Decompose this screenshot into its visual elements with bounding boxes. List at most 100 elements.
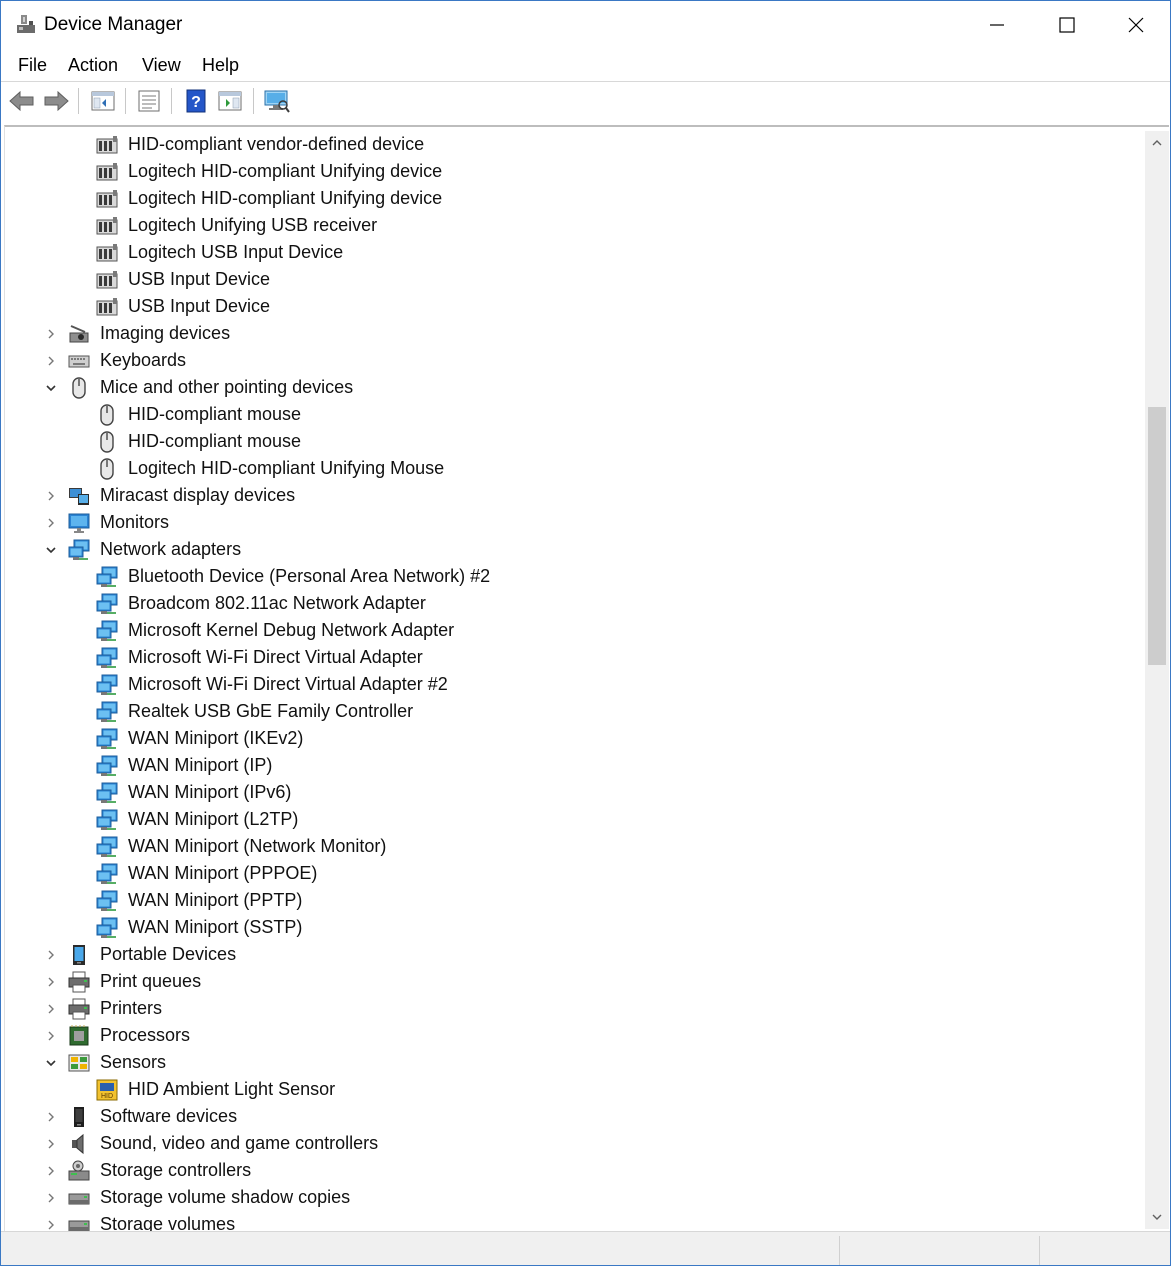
expand-toggle[interactable] [43,995,59,1022]
tree-item-label: Sensors [100,1052,167,1072]
tree-category[interactable]: Monitors [5,509,1135,536]
tree-item-label: Portable Devices [100,944,237,964]
tree-item-label: WAN Miniport (L2TP) [128,809,299,829]
tree-device[interactable]: Logitech HID-compliant Unifying device [5,185,1135,212]
tree-category[interactable]: Sensors [5,1049,1135,1076]
properties-button[interactable] [135,88,163,114]
maximize-button[interactable] [1032,1,1102,49]
tree-device[interactable]: WAN Miniport (L2TP) [5,806,1135,833]
tree-device[interactable]: WAN Miniport (IKEv2) [5,725,1135,752]
menu-action[interactable]: Action [68,55,118,76]
expand-toggle[interactable] [43,347,59,374]
expand-toggle[interactable] [43,320,59,347]
tree-category[interactable]: Software devices [5,1103,1135,1130]
network-icon [96,728,118,750]
tree-device[interactable]: WAN Miniport (PPPOE) [5,860,1135,887]
minimize-button[interactable] [962,1,1032,49]
tree-category[interactable]: Storage controllers [5,1157,1135,1184]
tree-device[interactable]: Microsoft Kernel Debug Network Adapter [5,617,1135,644]
tree-category[interactable]: Printers [5,995,1135,1022]
tree-device[interactable]: HID-compliant vendor-defined device [5,131,1135,158]
tree-category[interactable]: Network adapters [5,536,1135,563]
tree-item-label: WAN Miniport (SSTP) [128,917,303,937]
scan-hardware-button[interactable] [263,88,291,114]
expand-toggle[interactable] [43,482,59,509]
tree-device[interactable]: USB Input Device [5,293,1135,320]
tree-device[interactable]: Broadcom 802.11ac Network Adapter [5,590,1135,617]
network-icon [96,755,118,777]
tree-category[interactable]: Miracast display devices [5,482,1135,509]
menu-file[interactable]: File [18,55,47,76]
tree-device[interactable]: Logitech Unifying USB receiver [5,212,1135,239]
tree-category[interactable]: Processors [5,1022,1135,1049]
collapse-toggle[interactable] [43,374,59,401]
tree-device[interactable]: HID-compliant mouse [5,401,1135,428]
scrollbar-thumb[interactable] [1148,407,1166,665]
expand-toggle[interactable] [43,1184,59,1211]
close-button[interactable] [1101,1,1170,49]
tree-device[interactable]: WAN Miniport (SSTP) [5,914,1135,941]
action-pane-icon [218,91,242,111]
tree-device[interactable]: Logitech HID-compliant Unifying Mouse [5,455,1135,482]
help-button[interactable]: ? [182,88,210,114]
tree-category[interactable]: Portable Devices [5,941,1135,968]
tree-device[interactable]: HID-compliant mouse [5,428,1135,455]
tree-device[interactable]: HID HID Ambient Light Sensor [5,1076,1135,1103]
expand-toggle[interactable] [43,1022,59,1049]
tree-category[interactable]: Storage volume shadow copies [5,1184,1135,1211]
scroll-up-button[interactable] [1145,131,1169,155]
collapse-toggle[interactable] [43,1049,59,1076]
network-icon [96,782,118,804]
tree-device[interactable]: Logitech HID-compliant Unifying device [5,158,1135,185]
tree-device[interactable]: WAN Miniport (PPTP) [5,887,1135,914]
expand-toggle[interactable] [43,1103,59,1130]
tree-item-label: Imaging devices [100,323,231,343]
tree-device[interactable]: WAN Miniport (IP) [5,752,1135,779]
chevron-right-icon [48,1139,54,1148]
scroll-down-button[interactable] [1145,1205,1169,1229]
expand-toggle[interactable] [43,1130,59,1157]
expand-toggle[interactable] [43,1211,59,1231]
menu-help[interactable]: Help [202,55,239,76]
tree-device[interactable]: Logitech USB Input Device [5,239,1135,266]
expand-toggle[interactable] [43,941,59,968]
forward-icon [44,90,69,112]
forward-button[interactable] [42,88,70,114]
vertical-scrollbar[interactable] [1145,131,1169,1229]
tree-device[interactable]: Microsoft Wi-Fi Direct Virtual Adapter #… [5,671,1135,698]
tree-category[interactable]: Sound, video and game controllers [5,1130,1135,1157]
device-tree-pane: HID-compliant vendor-defined device Logit… [4,125,1169,1231]
tree-category[interactable]: Imaging devices [5,320,1135,347]
chevron-right-icon [48,356,54,365]
tree-device[interactable]: USB Input Device [5,266,1135,293]
back-button[interactable] [8,88,36,114]
tree-item-label: HID-compliant vendor-defined device [128,134,425,154]
chevron-down-icon [46,384,56,391]
tree-device[interactable]: WAN Miniport (IPv6) [5,779,1135,806]
tree-category[interactable]: Mice and other pointing devices [5,374,1135,401]
show-hide-tree-button[interactable] [89,88,117,114]
tree-device[interactable]: Bluetooth Device (Personal Area Network)… [5,563,1135,590]
tree-item-label: Broadcom 802.11ac Network Adapter [128,593,426,613]
device-tree[interactable]: HID-compliant vendor-defined device Logit… [5,131,1143,1231]
tree-device[interactable]: Microsoft Wi-Fi Direct Virtual Adapter [5,644,1135,671]
network-icon [96,701,118,723]
title-bar[interactable]: Device Manager [1,1,1170,49]
expand-toggle[interactable] [43,509,59,536]
menu-view[interactable]: View [142,55,181,76]
tree-category[interactable]: Print queues [5,968,1135,995]
action-pane-button[interactable] [216,88,244,114]
tree-device[interactable]: WAN Miniport (Network Monitor) [5,833,1135,860]
tree-category[interactable]: Storage volumes [5,1211,1135,1231]
toolbar-separator [171,88,172,114]
tree-item-label: Microsoft Wi-Fi Direct Virtual Adapter [128,647,423,667]
tree-item-label: Miracast display devices [100,485,296,505]
expand-toggle[interactable] [43,1157,59,1184]
tree-category[interactable]: Keyboards [5,347,1135,374]
hid-icon [96,215,118,237]
tree-device[interactable]: Realtek USB GbE Family Controller [5,698,1135,725]
expand-toggle[interactable] [43,968,59,995]
miracast-icon [68,485,90,507]
show-hide-tree-icon [91,91,115,111]
collapse-toggle[interactable] [43,536,59,563]
